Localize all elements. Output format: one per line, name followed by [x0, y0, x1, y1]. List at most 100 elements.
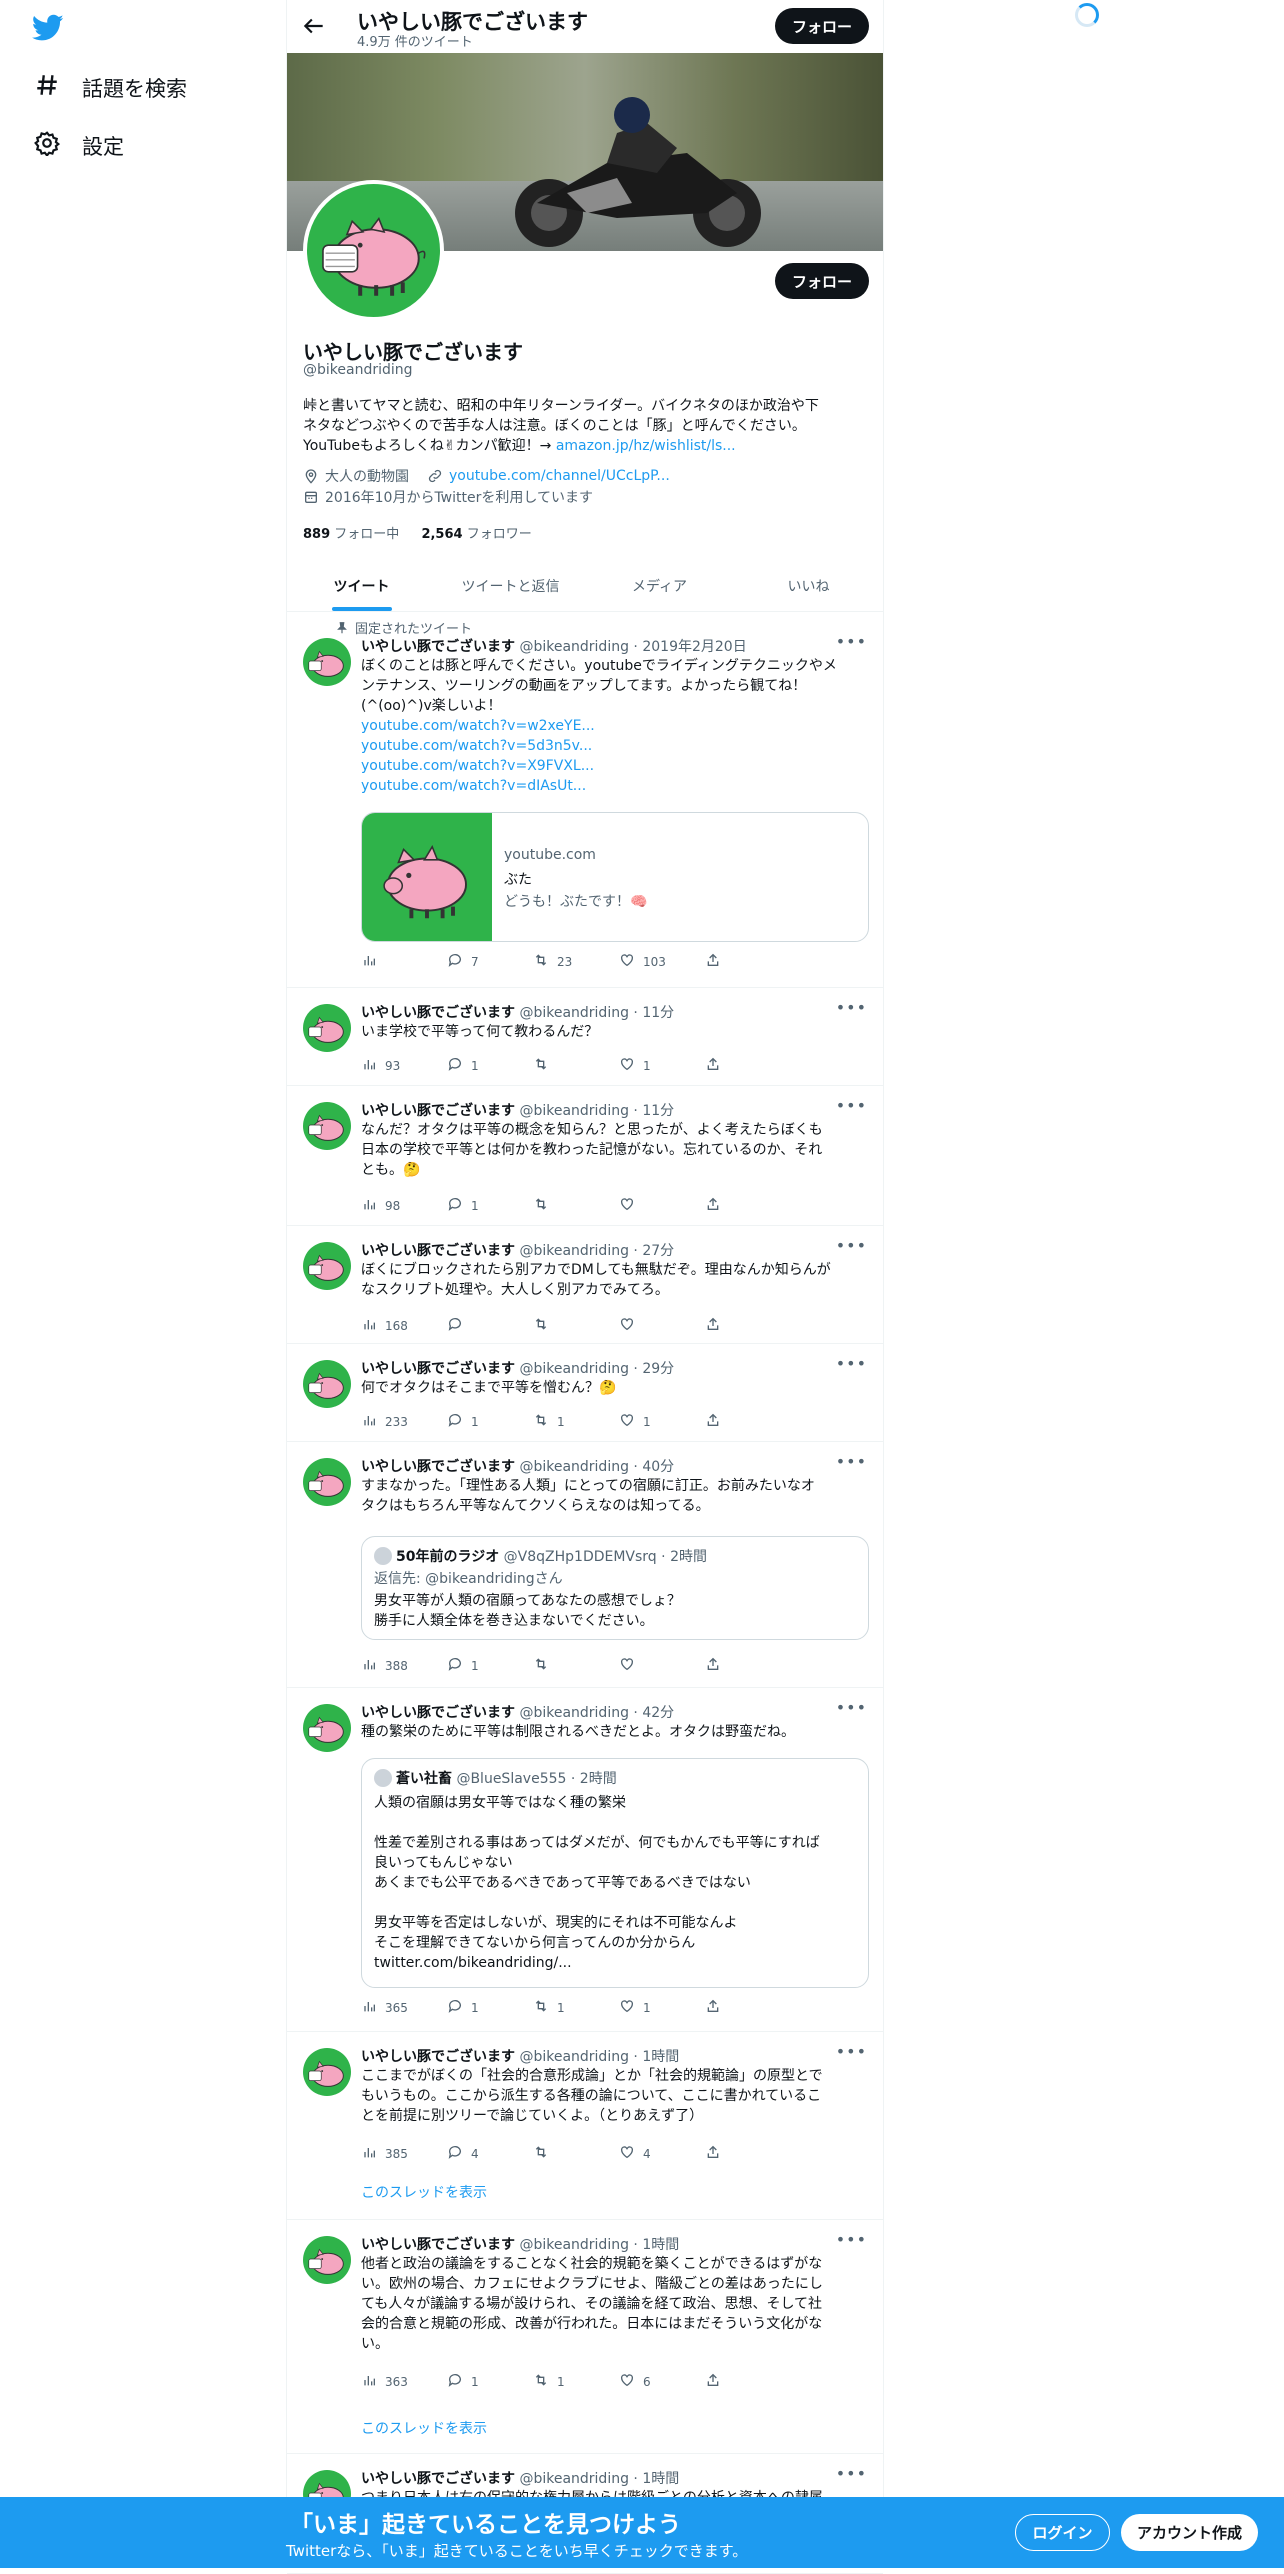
like-button[interactable]: 4 [619, 2144, 705, 2163]
tweet-avatar[interactable] [303, 1458, 351, 1506]
share-button[interactable] [705, 1998, 791, 2017]
tweet-time[interactable]: 40分 [642, 1459, 674, 1475]
reply-button[interactable]: 1 [447, 2372, 533, 2391]
more-icon[interactable]: ••• [836, 1236, 867, 1255]
tweet-handle[interactable]: @bikeandriding [519, 639, 629, 655]
retweet-button[interactable] [533, 1656, 619, 1675]
views-button[interactable]: 365 [361, 1998, 447, 2017]
reply-button[interactable]: 4 [447, 2144, 533, 2163]
share-button[interactable] [705, 1056, 791, 1075]
tweet[interactable]: いやしい豚でございます @bikeandriding · 11分 ••• いま学校で… [287, 988, 883, 1086]
views-button[interactable] [361, 952, 447, 971]
tweet-author[interactable]: いやしい豚でございます [361, 1459, 515, 1475]
profile-avatar[interactable] [303, 180, 444, 321]
tweet-avatar[interactable] [303, 1360, 351, 1408]
tweet-handle[interactable]: @bikeandriding [519, 1005, 629, 1021]
tweet-avatar[interactable] [303, 1004, 351, 1052]
tweet-author[interactable]: いやしい豚でございます [361, 1103, 515, 1119]
tweet-avatar[interactable] [303, 1102, 351, 1150]
sidebar-item-explore[interactable]: 話題を検索 [34, 72, 187, 103]
retweet-button[interactable]: 1 [533, 2372, 619, 2391]
tweet-handle[interactable]: @bikeandriding [519, 1459, 629, 1475]
tweet[interactable]: いやしい豚でございます @bikeandriding · 42分 ••• 種の繁栄の… [287, 1688, 883, 2032]
share-button[interactable] [705, 1196, 791, 1215]
tab-media[interactable]: メディア [585, 560, 734, 611]
tweet-author[interactable]: いやしい豚でございます [361, 2237, 515, 2253]
tweet-link[interactable]: youtube.com/watch?v=X9FVXL... [361, 756, 869, 776]
reply-button[interactable]: 1 [447, 1056, 533, 1075]
tab-likes[interactable]: いいね [734, 560, 883, 611]
share-button[interactable] [705, 2372, 791, 2391]
reply-button[interactable]: 1 [447, 1656, 533, 1675]
reply-button[interactable]: 1 [447, 1412, 533, 1431]
like-button[interactable] [619, 1656, 705, 1675]
tweet-author[interactable]: いやしい豚でございます [361, 1243, 515, 1259]
show-thread-link[interactable]: このスレッドを表示 [361, 2418, 487, 2438]
wishlist-link[interactable]: amazon.jp/hz/wishlist/ls... [556, 438, 736, 454]
tweet-time[interactable]: 2019年2月20日 [642, 639, 746, 655]
tweet-handle[interactable]: @bikeandriding [519, 1243, 629, 1259]
like-button[interactable]: 6 [619, 2372, 705, 2391]
tweet-author[interactable]: いやしい豚でございます [361, 1705, 515, 1721]
tweet-handle[interactable]: @bikeandriding [519, 2049, 629, 2065]
tweet-time[interactable]: 1時間 [642, 2237, 679, 2253]
like-button[interactable]: 1 [619, 1056, 705, 1075]
tweet-link[interactable]: youtube.com/watch?v=dIAsUt... [361, 776, 869, 796]
reply-button[interactable]: 7 [447, 952, 533, 971]
reply-button[interactable] [447, 1316, 533, 1335]
tweet-avatar[interactable] [303, 638, 351, 686]
tweet-author[interactable]: いやしい豚でございます [361, 2049, 515, 2065]
tweet-avatar[interactable] [303, 2236, 351, 2284]
tweet-time[interactable]: 1時間 [642, 2471, 679, 2487]
tab-tweets-replies[interactable]: ツイートと返信 [436, 560, 585, 611]
tweet-time[interactable]: 42分 [642, 1705, 674, 1721]
more-icon[interactable]: ••• [836, 998, 867, 1017]
profile-url[interactable]: youtube.com/channel/UCcLpP... [449, 468, 670, 484]
views-button[interactable]: 168 [361, 1316, 447, 1335]
retweet-button[interactable] [533, 1316, 619, 1335]
like-button[interactable]: 103 [619, 952, 705, 971]
tweet-avatar[interactable] [303, 1242, 351, 1290]
reply-button[interactable]: 1 [447, 1998, 533, 2017]
tweet-author[interactable]: いやしい豚でございます [361, 639, 515, 655]
retweet-button[interactable] [533, 1196, 619, 1215]
show-thread-link[interactable]: このスレッドを表示 [361, 2182, 487, 2202]
tweet[interactable]: いやしい豚でございます @bikeandriding · 27分 ••• ぼくにブロ… [287, 1226, 883, 1344]
retweet-button[interactable] [533, 2144, 619, 2163]
retweet-button[interactable]: 1 [533, 1998, 619, 2017]
more-icon[interactable]: ••• [836, 2042, 867, 2061]
more-icon[interactable]: ••• [836, 632, 867, 651]
tweet-time[interactable]: 27分 [642, 1243, 674, 1259]
like-button[interactable] [619, 1196, 705, 1215]
tweet-avatar[interactable] [303, 1704, 351, 1752]
views-button[interactable]: 233 [361, 1412, 447, 1431]
views-button[interactable]: 363 [361, 2372, 447, 2391]
tweet-handle[interactable]: @bikeandriding [519, 2471, 629, 2487]
link-card[interactable]: youtube.com ぶた どうも！ぶたです！🧠 [361, 812, 869, 942]
quoted-tweet[interactable]: 50年前のラジオ @V8qZHp1DDEMVsrq · 2時間 返信先: @bik… [361, 1536, 869, 1640]
tweet-time[interactable]: 11分 [642, 1103, 674, 1119]
signup-button[interactable]: アカウント作成 [1121, 2514, 1258, 2551]
more-icon[interactable]: ••• [836, 1354, 867, 1373]
follow-button[interactable]: フォロー [775, 263, 869, 299]
views-button[interactable]: 93 [361, 1056, 447, 1075]
tweet[interactable]: いやしい豚でございます @bikeandriding · 29分 ••• 何でオタク… [287, 1344, 883, 1442]
tweet-handle[interactable]: @bikeandriding [519, 1361, 629, 1377]
following-link[interactable]: 889 フォロー中 [303, 527, 399, 542]
tab-tweets[interactable]: ツイート [287, 560, 436, 611]
reply-button[interactable]: 1 [447, 1196, 533, 1215]
like-button[interactable]: 1 [619, 1998, 705, 2017]
tweet-avatar[interactable] [303, 2048, 351, 2096]
tweet-handle[interactable]: @bikeandriding [519, 2237, 629, 2253]
tweet-link[interactable]: youtube.com/watch?v=5d3n5v... [361, 736, 869, 756]
tweet-author[interactable]: いやしい豚でございます [361, 2471, 515, 2487]
share-button[interactable] [705, 1412, 791, 1431]
more-icon[interactable]: ••• [836, 2464, 867, 2483]
retweet-button[interactable] [533, 1056, 619, 1075]
views-button[interactable]: 385 [361, 2144, 447, 2163]
more-icon[interactable]: ••• [836, 2230, 867, 2249]
share-button[interactable] [705, 952, 791, 971]
quoted-tweet[interactable]: 蒼い社畜 @BlueSlave555 · 2時間 人類の宿願は男女平等ではなく種の… [361, 1758, 869, 1988]
sidebar-item-settings[interactable]: 設定 [34, 130, 124, 161]
retweet-button[interactable]: 23 [533, 952, 619, 971]
